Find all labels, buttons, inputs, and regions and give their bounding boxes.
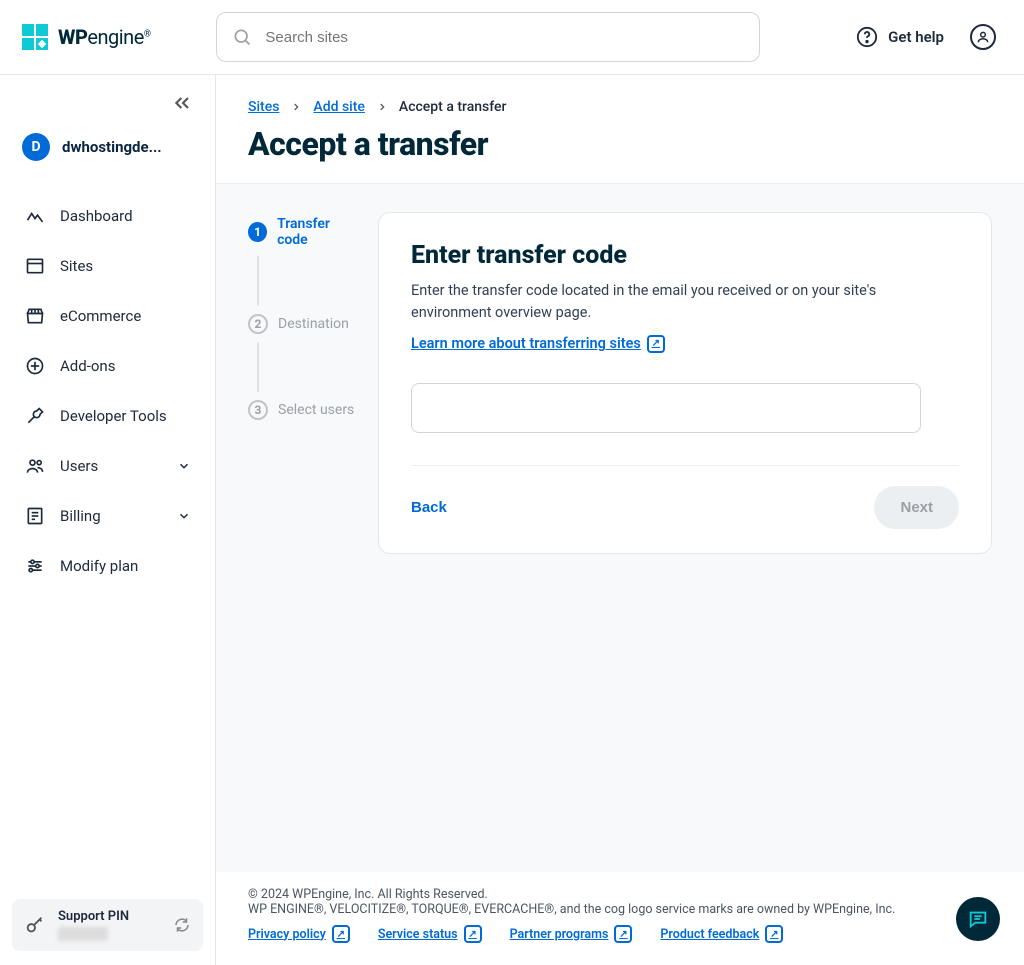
wrench-icon [24,405,46,427]
support-pin-card[interactable]: Support PIN [12,899,203,951]
logo[interactable]: WPengine® [22,24,150,50]
external-link-icon: ↗ [332,925,350,943]
step-label: Transfer code [277,216,360,248]
get-help-button[interactable]: Get help [856,26,944,48]
page-title: Accept a transfer [248,125,992,163]
footer-link-feedback[interactable]: Product feedback↗ [660,925,783,943]
divider [411,465,959,466]
breadcrumb-current: Accept a transfer [399,99,507,115]
breadcrumb-add-site[interactable]: Add site [313,99,364,115]
breadcrumb-sites[interactable]: Sites [248,99,279,115]
sidebar-item-addons[interactable]: Add-ons [0,341,215,391]
dashboard-icon [24,205,46,227]
account-avatar: D [22,133,50,161]
step-number: 2 [248,314,268,334]
addons-icon [24,355,46,377]
card-body-text: Enter the transfer code located in the e… [411,280,959,325]
sidebar-item-label: Billing [60,507,101,525]
sliders-icon [24,555,46,577]
sidebar-item-billing[interactable]: Billing [0,491,215,541]
step-connector [257,256,259,306]
external-link-icon: ↗ [614,925,632,943]
learn-more-label: Learn more about transferring sites [411,335,641,352]
chevron-right-icon [377,102,387,112]
get-help-label: Get help [888,28,944,46]
next-button[interactable]: Next [874,486,959,529]
footer-copyright: © 2024 WPEngine, Inc. All Rights Reserve… [248,887,992,902]
chevron-down-icon [177,459,191,473]
sidebar-item-label: Users [60,457,98,475]
logo-text: WPengine® [58,25,150,49]
sidebar-item-devtools[interactable]: Developer Tools [0,391,215,441]
external-link-icon: ↗ [647,335,665,353]
stepper: 1 Transfer code 2 Destination 3 Select u… [248,212,360,872]
sidebar-item-label: Sites [60,257,93,275]
card-title: Enter transfer code [411,241,959,270]
step-number: 1 [248,222,267,242]
chat-button[interactable] [956,897,1000,941]
account-switcher[interactable]: D dwhostingde... [0,133,215,161]
support-pin-value [58,927,108,941]
top-header: WPengine® Get help [0,0,1024,75]
search-box[interactable] [216,12,760,62]
sidebar: D dwhostingde... Dashboard Sites eCommer… [0,75,216,965]
step-label: Destination [278,316,349,332]
external-link-icon: ↗ [464,925,482,943]
step-label: Select users [278,402,354,418]
account-name: dwhostingde... [62,138,162,156]
nav-list: Dashboard Sites eCommerce Add-ons Develo… [0,185,215,597]
chevron-down-icon [177,509,191,523]
chevron-right-icon [291,102,301,112]
breadcrumb: Sites Add site Accept a transfer [248,99,992,115]
sidebar-item-dashboard[interactable]: Dashboard [0,191,215,241]
collapse-sidebar-button[interactable] [173,95,193,111]
sidebar-item-modify-plan[interactable]: Modify plan [0,541,215,591]
billing-icon [24,505,46,527]
sidebar-item-ecommerce[interactable]: eCommerce [0,291,215,341]
search-input[interactable] [265,29,745,46]
sidebar-item-label: Modify plan [60,557,138,575]
sidebar-item-sites[interactable]: Sites [0,241,215,291]
external-link-icon: ↗ [765,925,783,943]
refresh-icon[interactable] [173,916,191,934]
step-connector [257,342,259,392]
footer: © 2024 WPEngine, Inc. All Rights Reserve… [216,872,1024,965]
sidebar-item-label: eCommerce [60,307,141,325]
user-avatar-icon[interactable] [970,24,996,50]
sidebar-item-label: Add-ons [60,357,115,375]
footer-link-privacy[interactable]: Privacy policy↗ [248,925,350,943]
page-header: Sites Add site Accept a transfer Accept … [216,75,1024,183]
support-pin-label: Support PIN [58,909,129,924]
help-icon [856,26,878,48]
main-content: Sites Add site Accept a transfer Accept … [216,75,1024,965]
footer-link-status[interactable]: Service status↗ [378,925,482,943]
footer-link-partner[interactable]: Partner programs↗ [510,925,633,943]
sidebar-item-label: Dashboard [60,207,133,225]
ecommerce-icon [24,305,46,327]
sidebar-item-label: Developer Tools [60,407,167,425]
back-button[interactable]: Back [411,499,447,516]
transfer-code-card: Enter transfer code Enter the transfer c… [378,212,992,554]
footer-trademark: WP ENGINE®, VELOCITIZE®, TORQUE®, EVERCA… [248,902,992,917]
sidebar-item-users[interactable]: Users [0,441,215,491]
step-destination: 2 Destination [248,314,360,334]
key-icon [24,914,46,936]
transfer-code-input[interactable] [411,383,921,433]
sites-icon [24,255,46,277]
logo-icon [22,24,48,50]
search-icon [231,26,253,48]
users-icon [24,455,46,477]
step-transfer-code[interactable]: 1 Transfer code [248,216,360,248]
step-select-users: 3 Select users [248,400,360,420]
step-number: 3 [248,400,268,420]
learn-more-link[interactable]: Learn more about transferring sites ↗ [411,335,665,353]
